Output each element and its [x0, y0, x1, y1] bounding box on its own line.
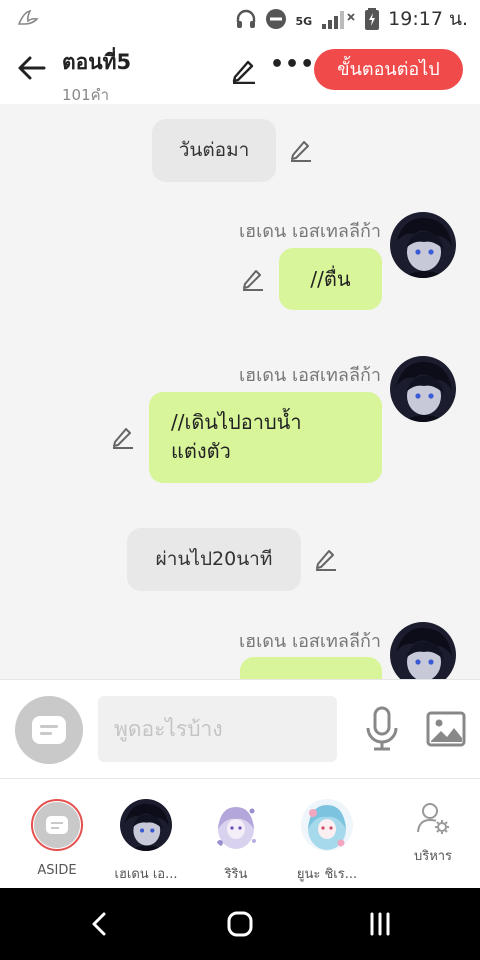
- headphones-icon: [237, 9, 256, 28]
- character-ririn[interactable]: ริริน: [190, 799, 282, 884]
- avatar: [301, 799, 353, 851]
- character-yuna[interactable]: ยูนะ ชิเร...: [281, 799, 373, 884]
- aside-chat-icon: [46, 816, 68, 834]
- avatar: [210, 799, 262, 851]
- character-name: เฮเดน เอ...: [114, 867, 178, 882]
- character-avatar[interactable]: [390, 212, 456, 278]
- title-block: ตอนที่5 101คำ: [62, 46, 131, 107]
- message-bubble[interactable]: //เดินไปอาบน้ำแต่งตัว: [149, 392, 382, 483]
- narration-text: ผ่านไป20นาที: [155, 548, 273, 570]
- signal-icon: [322, 11, 355, 29]
- avatar: [120, 799, 172, 851]
- speaker-name: เฮเดน เอสเทลลีก้า: [238, 365, 381, 386]
- character-name: บริหาร: [413, 849, 453, 864]
- character-name: ยูนะ ชิเร...: [296, 867, 358, 882]
- network-type: 5G: [295, 14, 313, 28]
- chat-area[interactable]: วันต่อมา เฮเดน เอสเทลลีก้า //ตื่น เฮเดน …: [0, 104, 480, 679]
- message-text: //ตื่น: [310, 267, 351, 291]
- edit-title-pencil-icon[interactable]: [230, 56, 258, 84]
- message-bubble[interactable]: [240, 657, 382, 679]
- edit-pencil-icon[interactable]: [288, 137, 314, 163]
- recent-apps-nav-icon[interactable]: [360, 908, 400, 940]
- microphone-icon[interactable]: [364, 706, 400, 752]
- narration-text: วันต่อมา: [178, 139, 250, 161]
- character-name: ริริน: [224, 867, 248, 882]
- message-bubble[interactable]: //ตื่น: [279, 248, 382, 310]
- back-arrow-icon[interactable]: [16, 52, 48, 84]
- more-options-icon[interactable]: •••: [270, 52, 314, 82]
- character-avatar[interactable]: [390, 622, 456, 679]
- character-name: ASIDE: [37, 863, 77, 878]
- edit-pencil-icon[interactable]: [313, 546, 339, 572]
- edit-pencil-icon[interactable]: [240, 266, 266, 292]
- edit-pencil-icon[interactable]: [110, 424, 136, 450]
- system-navigation-bar: [0, 888, 480, 960]
- speaker-name: เฮเดน เอสเทลลีก้า: [238, 221, 381, 242]
- back-nav-icon[interactable]: [80, 908, 120, 940]
- message-text: //เดินไปอาบน้ำแต่งตัว: [171, 410, 302, 463]
- image-icon[interactable]: [426, 710, 466, 748]
- character-avatar[interactable]: [390, 356, 456, 422]
- aside-avatar: [31, 799, 83, 851]
- chat-mode-toggle[interactable]: [15, 696, 83, 764]
- manage-user-gear-icon: [417, 803, 449, 834]
- narration-bubble[interactable]: ผ่านไป20นาที: [127, 528, 301, 591]
- status-bar: 5G 19:17 น.: [0, 0, 480, 38]
- app-notification-icon: [17, 9, 39, 25]
- speaker-name: เฮเดน เอสเทลลีก้า: [238, 631, 381, 652]
- manage-characters-button[interactable]: บริหาร: [387, 801, 479, 866]
- home-nav-icon[interactable]: [220, 908, 260, 940]
- battery-icon: [365, 8, 380, 30]
- character-selector: ASIDE เฮเดน เอ... ริริน ยูนะ ชิเร... บริ…: [0, 779, 480, 888]
- character-aside[interactable]: ASIDE: [11, 799, 103, 878]
- episode-header: ตอนที่5 101คำ ••• ขั้นตอนต่อไป: [0, 38, 480, 104]
- narration-bubble[interactable]: วันต่อมา: [152, 119, 276, 182]
- character-heden[interactable]: เฮเดน เอ...: [100, 799, 192, 884]
- do-not-disturb-icon: [266, 9, 287, 29]
- chat-bubble-icon: [32, 716, 66, 744]
- message-input[interactable]: [98, 696, 337, 762]
- episode-title: ตอนที่5: [62, 50, 132, 74]
- composer-bar: [0, 679, 480, 779]
- clock: 19:17 น.: [388, 8, 468, 30]
- next-step-button[interactable]: ขั้นตอนต่อไป: [314, 49, 463, 90]
